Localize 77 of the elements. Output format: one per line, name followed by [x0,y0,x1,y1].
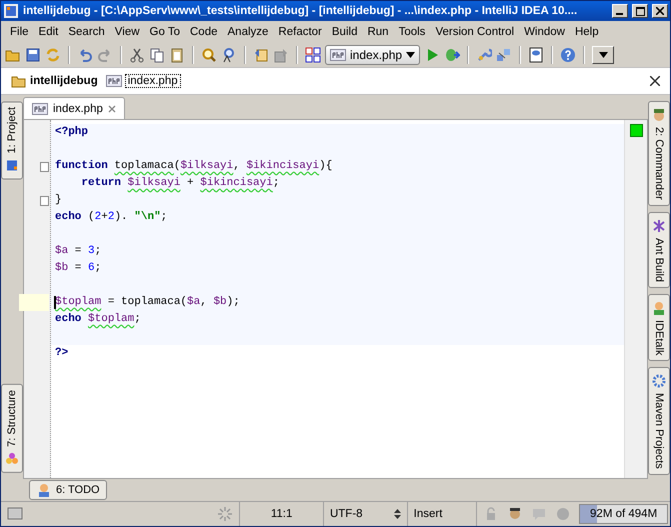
ant-icon[interactable] [651,218,667,234]
maximize-icon [636,6,644,16]
code-line: return $ilksayi + $ikincisayi; [80,176,280,191]
text-cursor [54,296,56,309]
editor-tab[interactable]: index.php [23,97,125,119]
menu-item[interactable]: Edit [34,26,64,38]
minimize-button[interactable] [612,4,628,18]
monitor-icon[interactable] [7,506,23,522]
code-line: $a = 3; [55,244,102,259]
menu-item[interactable]: Code [185,26,222,38]
window-title: intellijdebug - [C:\AppServ\www\_tests\intellijdebug] - [intellijdebug] - ...\index.php - IntelliJ IDEA 10.... [23,5,578,17]
gear-icon[interactable] [651,373,667,390]
modules-icon[interactable] [496,47,512,63]
memory-indicator[interactable]: 92M of 494M [579,504,668,524]
close-button[interactable] [652,4,668,18]
status-indicator [630,124,642,137]
code-line: echo (2+2). "\n"; [55,210,168,225]
maximize-button[interactable] [632,4,648,18]
code-line: <?php [55,125,88,140]
up-down-arrows-icon [394,509,401,519]
breadcrumb[interactable]: intellijdebug [30,75,98,87]
copy-icon[interactable] [149,47,165,63]
debug-icon[interactable] [444,47,460,63]
insert-mode[interactable]: Insert [408,502,478,526]
scissors-icon[interactable] [129,47,145,63]
menu-item[interactable]: Help [570,26,604,38]
caret-icon [598,52,608,58]
code-line: function toplamaca($ilksayi, $ikincisayi){ [55,158,332,174]
menu-item[interactable]: Analyze [222,26,274,38]
menu-item[interactable]: Build [326,26,362,38]
fold-marker[interactable] [40,196,49,206]
person-icon[interactable] [36,482,52,498]
search-icon[interactable] [201,47,217,63]
toolbar-dropdown-button[interactable] [592,46,614,64]
clipboard-icon[interactable] [169,47,185,63]
wrench-icon[interactable] [476,47,492,63]
menu-item[interactable]: Tools [394,26,430,38]
menu-item[interactable]: Window [519,26,570,38]
tool-window-tab[interactable]: Ant Build [648,212,670,288]
php-file-icon [106,75,122,87]
tool-window-tab[interactable]: 1: Project [1,101,23,180]
menu-item[interactable]: Search [63,26,110,38]
php-file-icon [330,49,346,61]
person-icon[interactable] [651,300,667,316]
document-icon[interactable] [528,47,544,63]
structure-icon[interactable] [4,451,20,467]
code-line: $toplam = toplamaca($a, $b); [55,295,240,310]
close-icon[interactable] [650,76,660,86]
caret-icon [406,52,416,58]
fold-marker[interactable] [40,162,49,172]
menu-item[interactable]: Version Control [430,26,520,38]
tool-window-tab[interactable]: Maven Projects [648,367,670,476]
help-icon[interactable] [560,47,576,63]
menu-item[interactable]: Refactor [273,26,327,38]
tool-window-tab[interactable]: IDEtalk [648,294,670,362]
app-icon[interactable] [3,3,19,19]
forward-arrow-icon[interactable] [273,47,289,63]
tool-window-tab[interactable]: 6: TODO [29,480,107,500]
caret-position[interactable]: 11:1 [240,502,324,526]
code-line: } [55,193,62,208]
php-file-icon [32,102,48,114]
breadcrumb[interactable]: index.php [124,74,181,88]
close-icon [656,7,664,15]
commander-icon[interactable] [651,107,667,123]
tool-window-tab[interactable]: 2: Commander [648,101,670,206]
encoding-selector[interactable]: UTF-8 [324,502,408,526]
tool-window-tab[interactable]: 7: Structure [1,384,23,473]
menu-item[interactable]: View [110,26,145,38]
back-arrow-icon[interactable] [253,47,269,63]
run-configuration-dropdown[interactable]: index.php [325,45,420,65]
menu-item[interactable]: Go To [144,26,185,38]
save-icon[interactable] [25,47,41,63]
code-line: echo $toplam; [55,312,141,327]
menu-item[interactable]: Run [362,26,394,38]
code-line: ?> [55,346,68,361]
code-line: $b = 6; [55,261,102,276]
menu-item[interactable]: File [5,26,34,38]
